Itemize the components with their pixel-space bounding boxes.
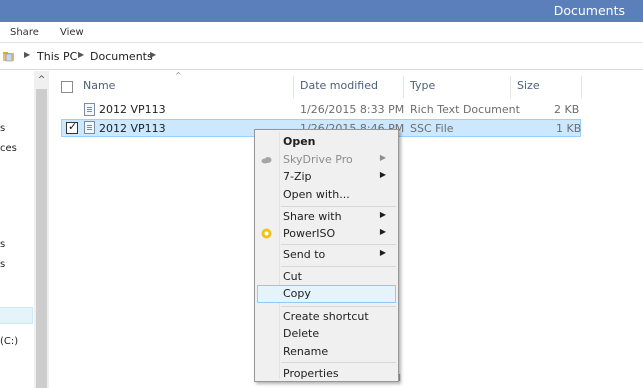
folder-icon: [3, 52, 14, 62]
rtf-file-icon: [84, 103, 95, 116]
file-size: 2 KB: [554, 103, 580, 116]
nav-item[interactable]: s: [0, 123, 5, 134]
nav-item-drive-c[interactable]: (C:): [0, 336, 18, 347]
menu-item-label: SkyDrive Pro: [283, 153, 353, 166]
nav-item-selected-highlight: [0, 307, 33, 324]
menu-item-label: Send to: [283, 248, 326, 261]
tab-view[interactable]: View: [60, 27, 84, 38]
menu-separator: [281, 266, 396, 267]
menu-item-label: 7-Zip: [283, 170, 312, 183]
menu-item-label: PowerISO: [283, 227, 336, 240]
file-name: 2012 VP113: [99, 122, 166, 135]
nav-item[interactable]: s: [0, 259, 5, 270]
menu-item-cut[interactable]: Cut: [257, 268, 396, 285]
file-size: 1 KB: [556, 122, 582, 135]
file-type: Rich Text Document: [410, 103, 520, 116]
menu-item-create-shortcut[interactable]: Create shortcut: [257, 308, 396, 325]
scroll-thumb[interactable]: [36, 89, 47, 388]
column-header-type[interactable]: Type: [410, 79, 435, 92]
menu-separator: [281, 244, 396, 245]
column-header-date[interactable]: Date modified: [300, 79, 378, 92]
menu-item-label: Create shortcut: [283, 310, 369, 323]
menu-item-label: Cut: [283, 270, 302, 283]
navigation-pane: s ces s s (C:): [0, 71, 34, 388]
menu-item-share-with[interactable]: Share with ▶: [257, 208, 396, 225]
menu-item-label: Properties: [283, 367, 339, 380]
column-header-size[interactable]: Size: [517, 79, 540, 92]
menu-item-label: Share with: [283, 210, 342, 223]
address-bar[interactable]: ▶ This PC ▶ Documents ▶: [0, 44, 643, 70]
menu-item-label: Copy: [283, 287, 311, 300]
column-header-name[interactable]: Name: [83, 79, 115, 92]
sort-ascending-icon: ^: [175, 71, 182, 80]
scroll-up-arrow-icon[interactable]: ^: [36, 75, 47, 85]
menu-item-label: Rename: [283, 345, 329, 358]
submenu-arrow-icon: ▶: [379, 170, 386, 179]
breadcrumb-chevron-icon[interactable]: ▶: [24, 50, 30, 59]
file-type: SSC File: [410, 122, 454, 135]
menu-separator: [281, 362, 396, 363]
menu-item-7zip[interactable]: 7-Zip ▶: [257, 168, 396, 185]
column-divider[interactable]: [510, 76, 511, 98]
title-bar: Documents: [0, 0, 643, 22]
breadcrumb-chevron-icon[interactable]: ▶: [78, 50, 84, 59]
column-divider[interactable]: [581, 76, 582, 98]
menu-item-rename[interactable]: Rename: [257, 343, 396, 360]
ssc-file-icon: [84, 121, 95, 134]
breadcrumb-this-pc[interactable]: This PC: [37, 50, 77, 63]
submenu-arrow-icon: ▶: [379, 227, 386, 236]
poweriso-icon: [261, 228, 272, 239]
nav-scrollbar[interactable]: ^: [34, 71, 49, 388]
menu-item-copy[interactable]: Copy: [257, 285, 396, 303]
column-divider[interactable]: [293, 76, 294, 98]
file-row[interactable]: 2012 VP113 1/26/2015 8:33 PM Rich Text D…: [49, 101, 581, 119]
menu-item-properties[interactable]: Properties: [257, 365, 396, 382]
menu-item-skydrive-pro[interactable]: SkyDrive Pro ▶: [257, 151, 396, 168]
context-menu: Open SkyDrive Pro ▶ 7-Zip ▶ Open with...…: [254, 129, 399, 382]
menu-item-open[interactable]: Open: [257, 133, 396, 150]
select-all-checkbox[interactable]: [61, 81, 73, 93]
column-divider[interactable]: [403, 76, 404, 98]
file-name: 2012 VP113: [99, 103, 166, 116]
submenu-arrow-icon: ▶: [379, 248, 386, 257]
cloud-icon: [261, 157, 272, 164]
menu-item-delete[interactable]: Delete: [257, 325, 396, 342]
tab-share[interactable]: Share: [10, 27, 39, 38]
menu-separator: [281, 206, 396, 207]
menu-item-poweriso[interactable]: PowerISO ▶: [257, 225, 396, 242]
breadcrumb-documents[interactable]: Documents: [90, 50, 153, 63]
menu-item-label: Open with...: [283, 188, 350, 201]
nav-item[interactable]: ces: [0, 143, 17, 154]
menu-item-label: Delete: [283, 327, 320, 340]
menu-separator: [281, 306, 396, 307]
menu-item-open-with[interactable]: Open with...: [257, 186, 396, 203]
ribbon-tabs: Share View: [0, 22, 643, 43]
menu-item-label: Open: [283, 135, 316, 148]
submenu-arrow-icon: ▶: [379, 153, 386, 162]
submenu-arrow-icon: ▶: [379, 210, 386, 219]
file-date: 1/26/2015 8:33 PM: [300, 103, 405, 116]
menu-item-send-to[interactable]: Send to ▶: [257, 246, 396, 263]
row-checkbox[interactable]: [66, 120, 78, 134]
window-title: Documents: [553, 3, 625, 18]
breadcrumb-chevron-icon[interactable]: ▶: [150, 50, 156, 59]
nav-item[interactable]: s: [0, 239, 5, 250]
